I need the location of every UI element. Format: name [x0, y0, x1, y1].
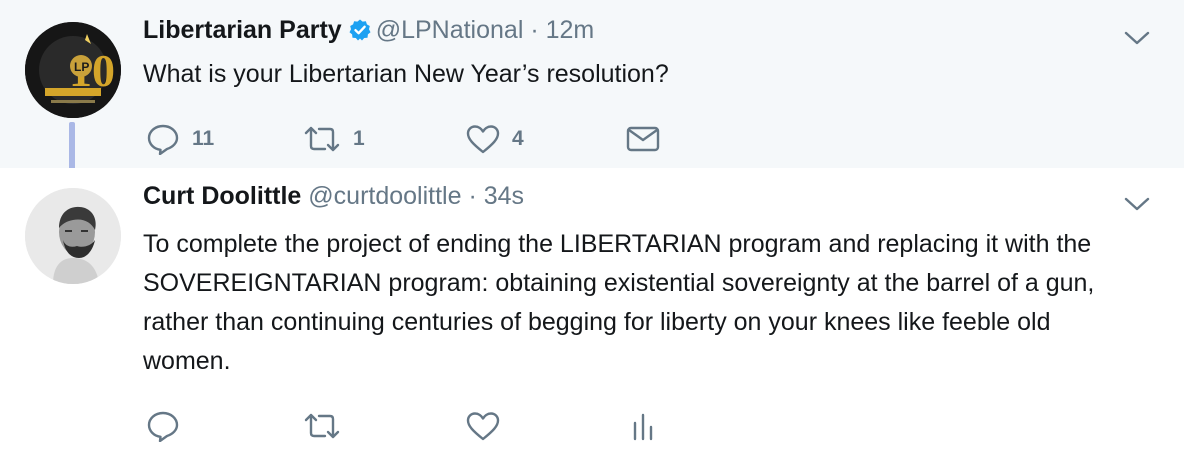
author-name[interactable]: Libertarian Party — [143, 16, 342, 44]
tweet-header: Curt Doolittle @curtdoolittle · 34s — [143, 182, 524, 211]
retweet-button[interactable]: 1 — [303, 122, 365, 156]
reply-icon — [147, 124, 179, 155]
like-icon — [466, 125, 500, 154]
retweet-icon — [304, 413, 340, 439]
tweet-text: To complete the project of ending the LI… — [143, 230, 1095, 375]
separator-dot: · — [530, 16, 539, 44]
like-button[interactable] — [466, 409, 500, 443]
retweet-button[interactable] — [303, 409, 341, 443]
timestamp[interactable]: 12m — [546, 16, 595, 44]
profile-photo-icon — [25, 188, 121, 284]
direct-message-button[interactable] — [626, 122, 660, 156]
author-handle[interactable]: @LPNational — [376, 16, 524, 44]
tweet-header: Libertarian Party @LPNational · 12m — [143, 16, 594, 45]
like-button[interactable]: 4 — [466, 122, 524, 156]
reply-icon — [147, 411, 179, 442]
lp-logo-icon: 10 LP — [25, 22, 121, 118]
author-name[interactable]: Curt Doolittle — [143, 182, 301, 210]
like-count: 4 — [512, 127, 524, 150]
chevron-down-icon[interactable] — [1124, 30, 1150, 46]
avatar-curt-doolittle[interactable] — [25, 188, 121, 284]
analytics-button[interactable] — [630, 409, 656, 443]
separator-dot: · — [468, 182, 477, 210]
verified-badge-icon — [349, 19, 371, 41]
analytics-icon — [633, 413, 653, 441]
direct-message-icon — [626, 126, 660, 152]
author-handle[interactable]: @curtdoolittle — [308, 182, 461, 210]
reply-count: 11 — [192, 127, 215, 150]
reply-button[interactable]: 11 — [146, 122, 214, 156]
like-icon — [466, 412, 500, 441]
tweet-curtdoolittle[interactable]: Curt Doolittle @curtdoolittle · 34s To c… — [0, 168, 1184, 464]
avatar-libertarian-party[interactable]: 10 LP — [25, 22, 121, 118]
tweet-text: What is your Libertarian New Year’s reso… — [143, 60, 669, 88]
tweet-lpnational[interactable]: 10 LP Libertarian Party @LPNational · 12m… — [0, 0, 1184, 182]
retweet-count: 1 — [353, 127, 365, 150]
svg-text:LP: LP — [74, 60, 89, 74]
chevron-down-icon[interactable] — [1124, 196, 1150, 212]
retweet-icon — [304, 126, 340, 152]
reply-button[interactable] — [146, 409, 180, 443]
timestamp[interactable]: 34s — [484, 182, 524, 210]
